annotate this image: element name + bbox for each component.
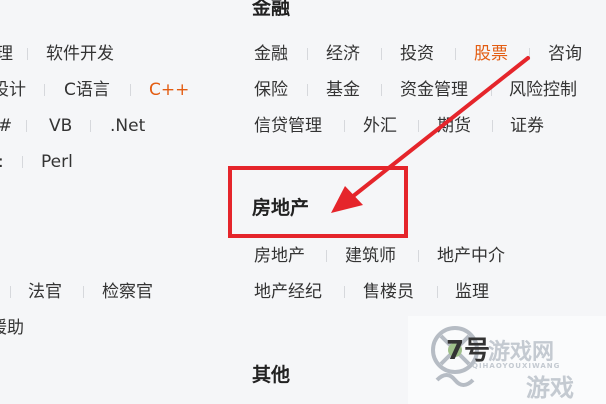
watermark-game: 游戏 — [526, 374, 574, 402]
